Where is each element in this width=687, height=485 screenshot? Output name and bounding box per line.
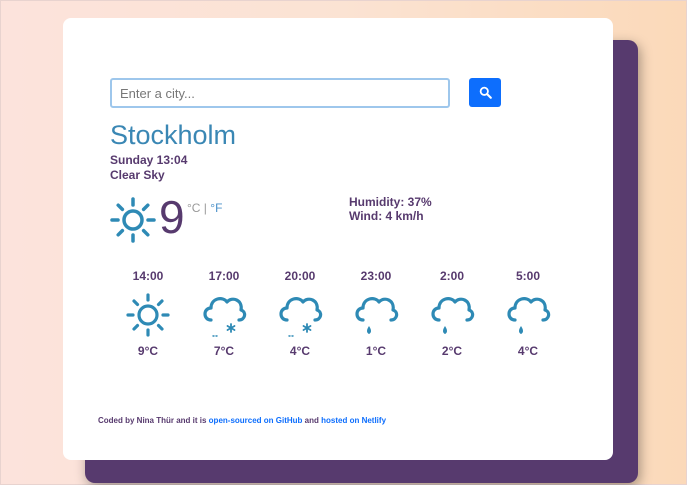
unit-separator: | <box>200 201 211 215</box>
forecast-temperature: 9°C <box>137 344 159 358</box>
forecast-temperature: 4°C <box>289 344 311 358</box>
footer-middle: and <box>302 416 322 425</box>
sun-icon <box>110 197 156 243</box>
forecast-time: 2:00 <box>439 269 465 283</box>
forecast-temperature: 7°C <box>213 344 235 358</box>
forecast-item: 5:00 4°C <box>490 269 566 358</box>
current-temperature: 9 <box>159 191 185 243</box>
fahrenheit-link[interactable]: °F <box>210 201 222 215</box>
search-icon <box>479 86 492 99</box>
search-button[interactable] <box>469 78 501 107</box>
forecast-item: 23:00 1°C <box>338 269 414 358</box>
forecast-item: 17:00 7°C <box>186 269 262 358</box>
forecast-temperature: 4°C <box>517 344 539 358</box>
weather-app-card: Stockholm Sunday 13:04 Clear Sky 9 °C | … <box>63 18 613 460</box>
forecast-time: 20:00 <box>284 269 316 283</box>
humidity: Humidity: 37% <box>349 195 432 209</box>
forecast-time: 14:00 <box>132 269 164 283</box>
footer-credits: Coded by Nina Thür and it is open-source… <box>98 416 386 425</box>
snow-cloud-icon <box>279 297 323 337</box>
forecast-temperature: 1°C <box>365 344 387 358</box>
rain-cloud-icon <box>507 297 551 334</box>
forecast-item: 20:00 4°C <box>262 269 338 358</box>
wind: Wind: 4 km/h <box>349 209 424 223</box>
unit-toggle: °C | °F <box>187 201 222 215</box>
footer-prefix: Coded by Nina Thür and it is <box>98 416 209 425</box>
snow-cloud-icon <box>203 297 247 337</box>
netlify-link[interactable]: hosted on Netlify <box>321 416 386 425</box>
date-time: Sunday 13:04 <box>110 153 188 167</box>
forecast-item: 14:00 9°C <box>110 269 186 358</box>
forecast-temperature: 2°C <box>441 344 463 358</box>
city-search-input[interactable] <box>110 78 450 108</box>
sun-icon <box>126 293 170 337</box>
forecast-row: 14:00 9°C 17:00 7°C 20:00 4°C 23:00 1°C … <box>110 269 566 358</box>
forecast-time: 5:00 <box>515 269 541 283</box>
weather-description: Clear Sky <box>110 168 165 182</box>
forecast-time: 17:00 <box>208 269 240 283</box>
celsius-unit[interactable]: °C <box>187 201 200 215</box>
github-link[interactable]: open-sourced on GitHub <box>209 416 303 425</box>
rain-cloud-icon <box>431 297 475 334</box>
forecast-item: 2:00 2°C <box>414 269 490 358</box>
city-name: Stockholm <box>110 120 237 150</box>
forecast-time: 23:00 <box>360 269 392 283</box>
rain-cloud-icon <box>355 297 399 334</box>
